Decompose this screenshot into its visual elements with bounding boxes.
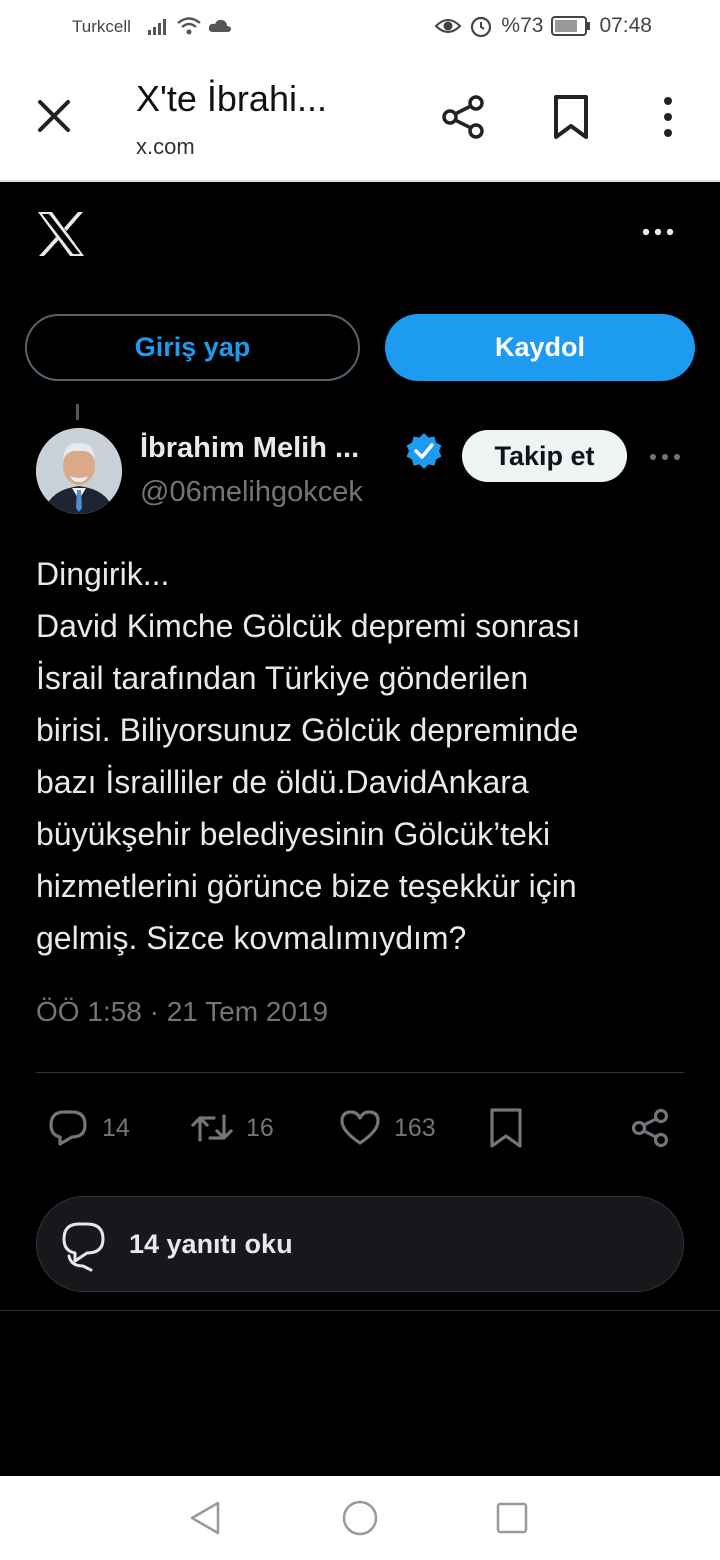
- status-bar: Turkcell %73 07:48: [0, 0, 720, 56]
- signal-icon: [148, 19, 166, 35]
- battery-percent: %73: [501, 14, 544, 37]
- tweet-text-line: David Kimche Gölcük depremi sonrası: [36, 608, 581, 644]
- tweet-more-icon[interactable]: [648, 450, 682, 464]
- x-logo-icon[interactable]: [36, 210, 86, 258]
- system-nav-bar: [0, 1476, 720, 1560]
- thread-line: [76, 404, 79, 420]
- share-icon[interactable]: [440, 94, 486, 140]
- page-title: X'te İbrahi...: [136, 78, 327, 119]
- repost-icon: [191, 1114, 233, 1142]
- tweet-text-line: gelmiş. Sizce kovmalımıydım?: [36, 920, 467, 956]
- tweet-text-line: hizmetlerini görünce bize teşekkür için: [36, 868, 577, 904]
- eye-icon: [435, 19, 462, 33]
- divider: [36, 1072, 684, 1073]
- status-right: %73 07:48: [435, 14, 652, 38]
- more-horizontal-icon[interactable]: [640, 222, 676, 242]
- heart-icon: [340, 1110, 380, 1145]
- bookmark-action[interactable]: [484, 1102, 528, 1154]
- avatar-image: [36, 428, 122, 514]
- read-replies-label: 14 yanıtı oku: [129, 1228, 293, 1259]
- tweet-text: Dingirik... David Kimche Gölcük depremi …: [36, 548, 686, 964]
- repost-count: 16: [246, 1113, 274, 1142]
- bookmark-icon[interactable]: [552, 94, 590, 140]
- reply-action[interactable]: 14: [46, 1102, 130, 1154]
- reply-count: 14: [102, 1113, 130, 1142]
- close-icon[interactable]: [36, 98, 72, 134]
- more-vert-icon[interactable]: [656, 94, 680, 140]
- browser-tab-bar: X'te İbrahi... x.com: [0, 56, 720, 182]
- tweet-text-line: bazı İsrailliler de öldü.DavidAnkara: [36, 764, 529, 800]
- read-replies-button[interactable]: 14 yanıtı oku: [36, 1196, 684, 1292]
- login-button[interactable]: Giriş yap: [25, 314, 360, 381]
- tweet-text-line: İsrail tarafından Türkiye gönderilen: [36, 660, 529, 696]
- page-url: x.com: [136, 134, 195, 159]
- bookmark-icon: [490, 1108, 522, 1148]
- like-action[interactable]: 163: [338, 1102, 436, 1154]
- follow-button[interactable]: Takip et: [462, 430, 627, 482]
- conversation-icon: [62, 1222, 105, 1272]
- share-icon: [631, 1108, 669, 1148]
- author-handle[interactable]: @06melihgokcek: [140, 476, 363, 509]
- battery-icon: [551, 16, 591, 36]
- tweet-timestamp[interactable]: ÖÖ 1:58 · 21 Tem 2019: [36, 996, 328, 1028]
- signup-button[interactable]: Kaydol: [385, 314, 695, 381]
- cloud-icon: [208, 19, 231, 32]
- tweet-actions: 14 16 163: [0, 1102, 720, 1154]
- verified-badge-icon: [406, 433, 442, 469]
- clock: 07:48: [599, 14, 652, 37]
- alarm-icon: [471, 16, 492, 38]
- tweet-text-line: Dingirik...: [36, 556, 170, 592]
- back-icon[interactable]: [186, 1498, 226, 1538]
- tweet-text-line: birisi. Biliyorsunuz Gölcük depreminde: [36, 712, 579, 748]
- author-row: İbrahim Melih ...: [140, 432, 359, 465]
- signal-icons: [148, 16, 232, 36]
- home-icon[interactable]: [340, 1498, 380, 1538]
- tweet-page: Giriş yap Kaydol İbrahim Melih ... @06me…: [0, 182, 720, 1476]
- avatar[interactable]: [36, 428, 122, 514]
- repost-action[interactable]: 16: [190, 1102, 274, 1154]
- reply-icon: [49, 1110, 87, 1146]
- carrier-label: Turkcell: [72, 17, 131, 36]
- recents-icon[interactable]: [492, 1498, 532, 1538]
- author-name[interactable]: İbrahim Melih ...: [140, 432, 359, 465]
- wifi-icon: [177, 17, 201, 35]
- divider: [0, 1310, 720, 1311]
- share-action[interactable]: [628, 1102, 672, 1154]
- tweet-text-line: büyükşehir belediyesinin Gölcük’teki: [36, 816, 551, 852]
- like-count: 163: [394, 1113, 436, 1142]
